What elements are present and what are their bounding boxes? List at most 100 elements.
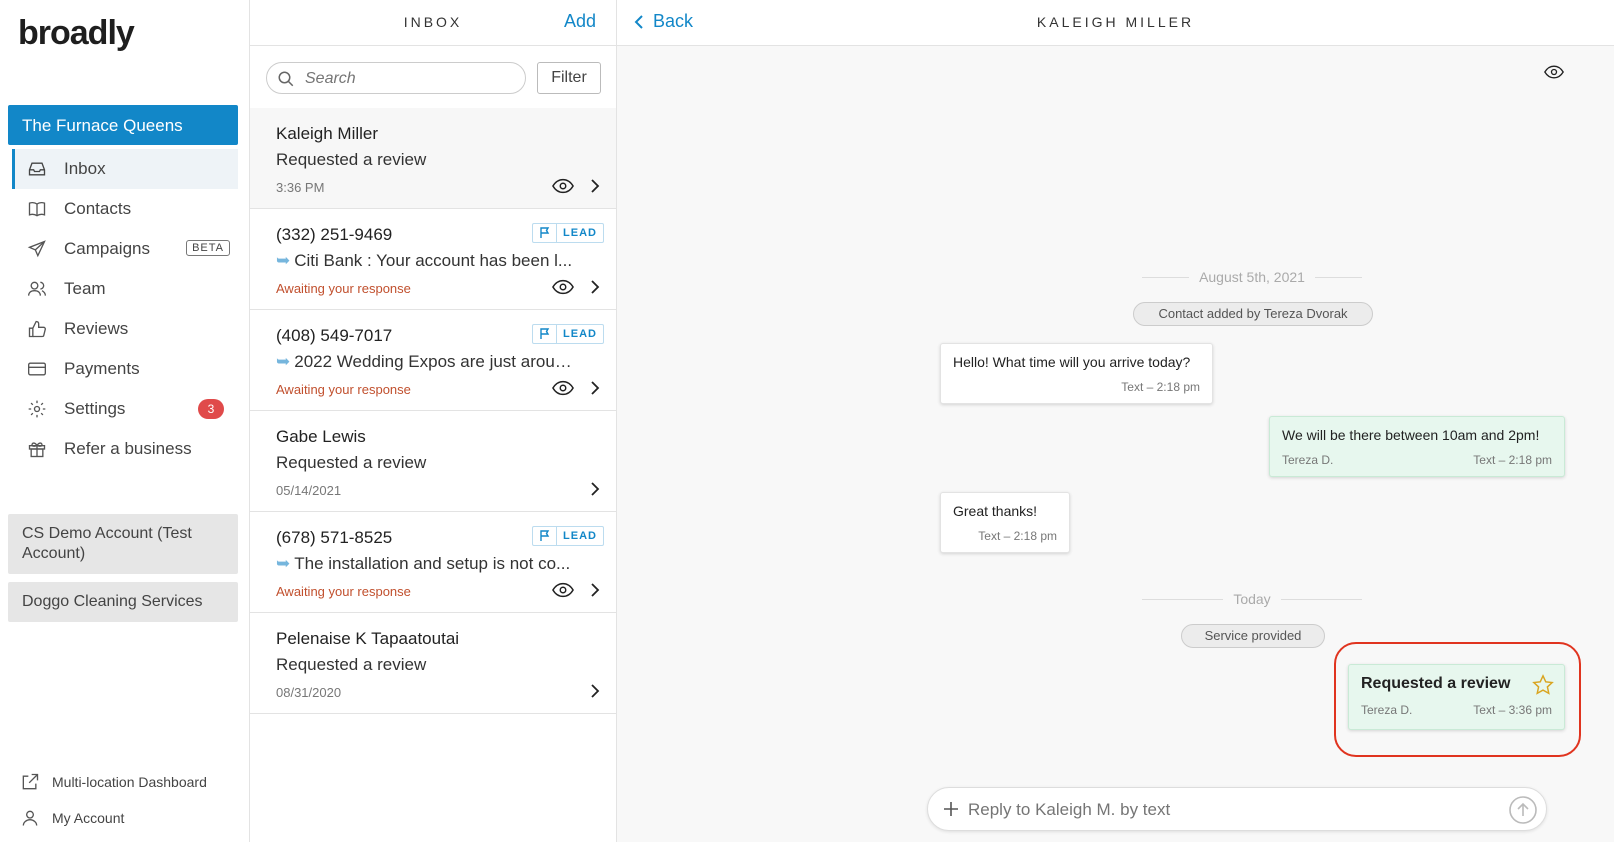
nav-label: Campaigns [64,239,150,258]
conversation-name: Kaleigh Miller [276,124,379,143]
eye-icon[interactable] [552,178,574,194]
conversation-status: Awaiting your response [276,281,411,296]
conversation-preview-text: Citi Bank : Your account has been l... [294,251,573,270]
message-bubble-inbound: Great thanks! Text – 2:18 pm [940,492,1070,553]
conversation-item[interactable]: Pelenaise K Tapaatoutai Requested a revi… [250,613,616,714]
broadly-logo[interactable]: broadly [18,14,135,53]
conversation-time: 3:36 PM [276,180,325,195]
footer-label: My Account [52,810,125,826]
nav-item-payments[interactable]: Payments [12,349,238,389]
conversation-name: (678) 571-8525 [276,528,393,547]
active-account-button[interactable]: The Furnace Queens [8,105,238,145]
message-text: Hello! What time will you arrive today? [953,354,1191,370]
plus-icon[interactable] [942,800,960,818]
footer-label: Multi-location Dashboard [52,774,207,790]
account-doggo-cleaning[interactable]: Doggo Cleaning Services [8,582,238,622]
my-account-link[interactable]: My Account [20,808,124,828]
nav-label: Refer a business [64,439,192,458]
chevron-right-icon[interactable] [588,683,602,699]
conversation-date: 05/14/2021 [276,483,342,498]
message-meta: Text – 2:18 pm [953,380,1200,394]
multi-location-dashboard-link[interactable]: Multi-location Dashboard [20,772,207,792]
conversation-preview: ➥ The installation and setup is not co... [276,554,576,574]
inbox-panel: INBOX Add Filter Kaleigh Miller Requeste… [250,0,617,842]
lead-badge: LEAD [532,324,604,344]
send-arrow-icon[interactable] [1508,795,1538,825]
conversation-item[interactable]: (408) 549-7017 LEAD ➥ 2022 Wedding Expos … [250,310,616,411]
nav-item-settings[interactable]: Settings 3 [12,389,238,429]
eye-icon[interactable] [552,380,574,396]
nav-item-contacts[interactable]: Contacts [12,189,238,229]
nav-item-reviews[interactable]: Reviews [12,309,238,349]
reply-input[interactable] [968,798,1468,822]
eye-icon[interactable] [1544,64,1564,80]
conversation-item[interactable]: (678) 571-8525 LEAD ➥ The installation an… [250,512,616,613]
chevron-right-icon[interactable] [588,279,602,295]
reply-composer[interactable] [927,787,1547,831]
star-icon [1532,674,1554,695]
nav-label: Team [64,279,106,298]
nav-label: Reviews [64,319,129,338]
conversation-name: (332) 251-9469 [276,225,393,244]
message-text: We will be there between 10am and 2pm! [1282,427,1540,443]
conversation-preview: ➥ 2022 Wedding Expos are just aroun... [276,352,576,372]
message-meta: Text – 2:18 pm [953,529,1057,543]
conversation-preview: Requested a review [276,150,427,169]
search-icon [278,71,294,87]
add-button[interactable]: Add [564,11,596,32]
chevron-right-icon[interactable] [588,481,602,497]
date-label: Today [1233,591,1271,607]
gear-icon [26,398,48,420]
nav-item-team[interactable]: Team [12,269,238,309]
conversation-name: (408) 549-7017 [276,326,393,345]
conversation-item[interactable]: Gabe Lewis Requested a review 05/14/2021 [250,411,616,512]
review-request-title: Requested a review [1361,675,1511,692]
thread-header: Back KALEIGH MILLER [617,0,1614,46]
eye-icon[interactable] [552,279,574,295]
nav-label: Contacts [64,199,132,218]
search-row: Filter [250,46,616,108]
nav-label: Settings [64,399,126,418]
chevron-right-icon[interactable] [588,178,602,194]
conversation-item[interactable]: Kaleigh Miller Requested a review 3:36 P… [250,108,616,209]
message-time: Text – 2:18 pm [1473,453,1552,467]
system-event-pill: Contact added by Tereza Dvorak [1133,302,1373,326]
reply-arrow-icon: ➥ [276,554,291,573]
lead-badge-label: LEAD [563,530,597,542]
thumbs-up-icon [26,318,48,340]
nav-label: Inbox [64,159,106,178]
sidebar: broadly The Furnace Queens Inbox Contact… [0,0,250,842]
chevron-right-icon[interactable] [588,380,602,396]
conversation-preview: ➥ Citi Bank : Your account has been l... [276,251,576,271]
account-cs-demo[interactable]: CS Demo Account (Test Account) [8,514,238,574]
external-link-icon [22,773,39,790]
main-nav: Inbox Contacts Campaigns BETA Team Revie… [12,149,238,469]
conversation-preview: Requested a review [276,453,427,472]
lead-badge: LEAD [532,526,604,546]
nav-label: Payments [64,359,140,378]
message-time: Text – 2:18 pm [1121,380,1200,394]
date-separator: Today [1142,589,1362,609]
message-bubble-outbound: We will be there between 10am and 2pm! T… [1269,416,1565,477]
beta-badge: BETA [186,240,230,256]
inbox-title: INBOX [403,14,463,30]
flag-icon [533,527,558,545]
nav-item-campaigns[interactable]: Campaigns BETA [12,229,238,269]
nav-item-inbox[interactable]: Inbox [12,149,238,189]
conversation-name: Gabe Lewis [276,427,366,446]
review-request-bubble[interactable]: Requested a review Tereza D. Text – 3:36 … [1348,664,1565,730]
filter-button[interactable]: Filter [537,62,601,94]
flag-icon [533,224,558,242]
conversation-preview-text: The installation and setup is not co... [294,554,571,573]
reply-arrow-icon: ➥ [276,251,291,270]
paper-plane-icon [26,238,48,260]
chevron-right-icon[interactable] [588,582,602,598]
nav-item-refer[interactable]: Refer a business [12,429,238,469]
eye-icon[interactable] [552,582,574,598]
search-box[interactable] [266,62,526,94]
message-time: Text – 3:36 pm [1473,703,1552,717]
conversation-item[interactable]: (332) 251-9469 LEAD ➥ Citi Bank : Your ac… [250,209,616,310]
conversation-name: Pelenaise K Tapaatoutai [276,629,460,648]
conversation-preview: Requested a review [276,655,427,674]
search-input[interactable] [305,67,515,91]
